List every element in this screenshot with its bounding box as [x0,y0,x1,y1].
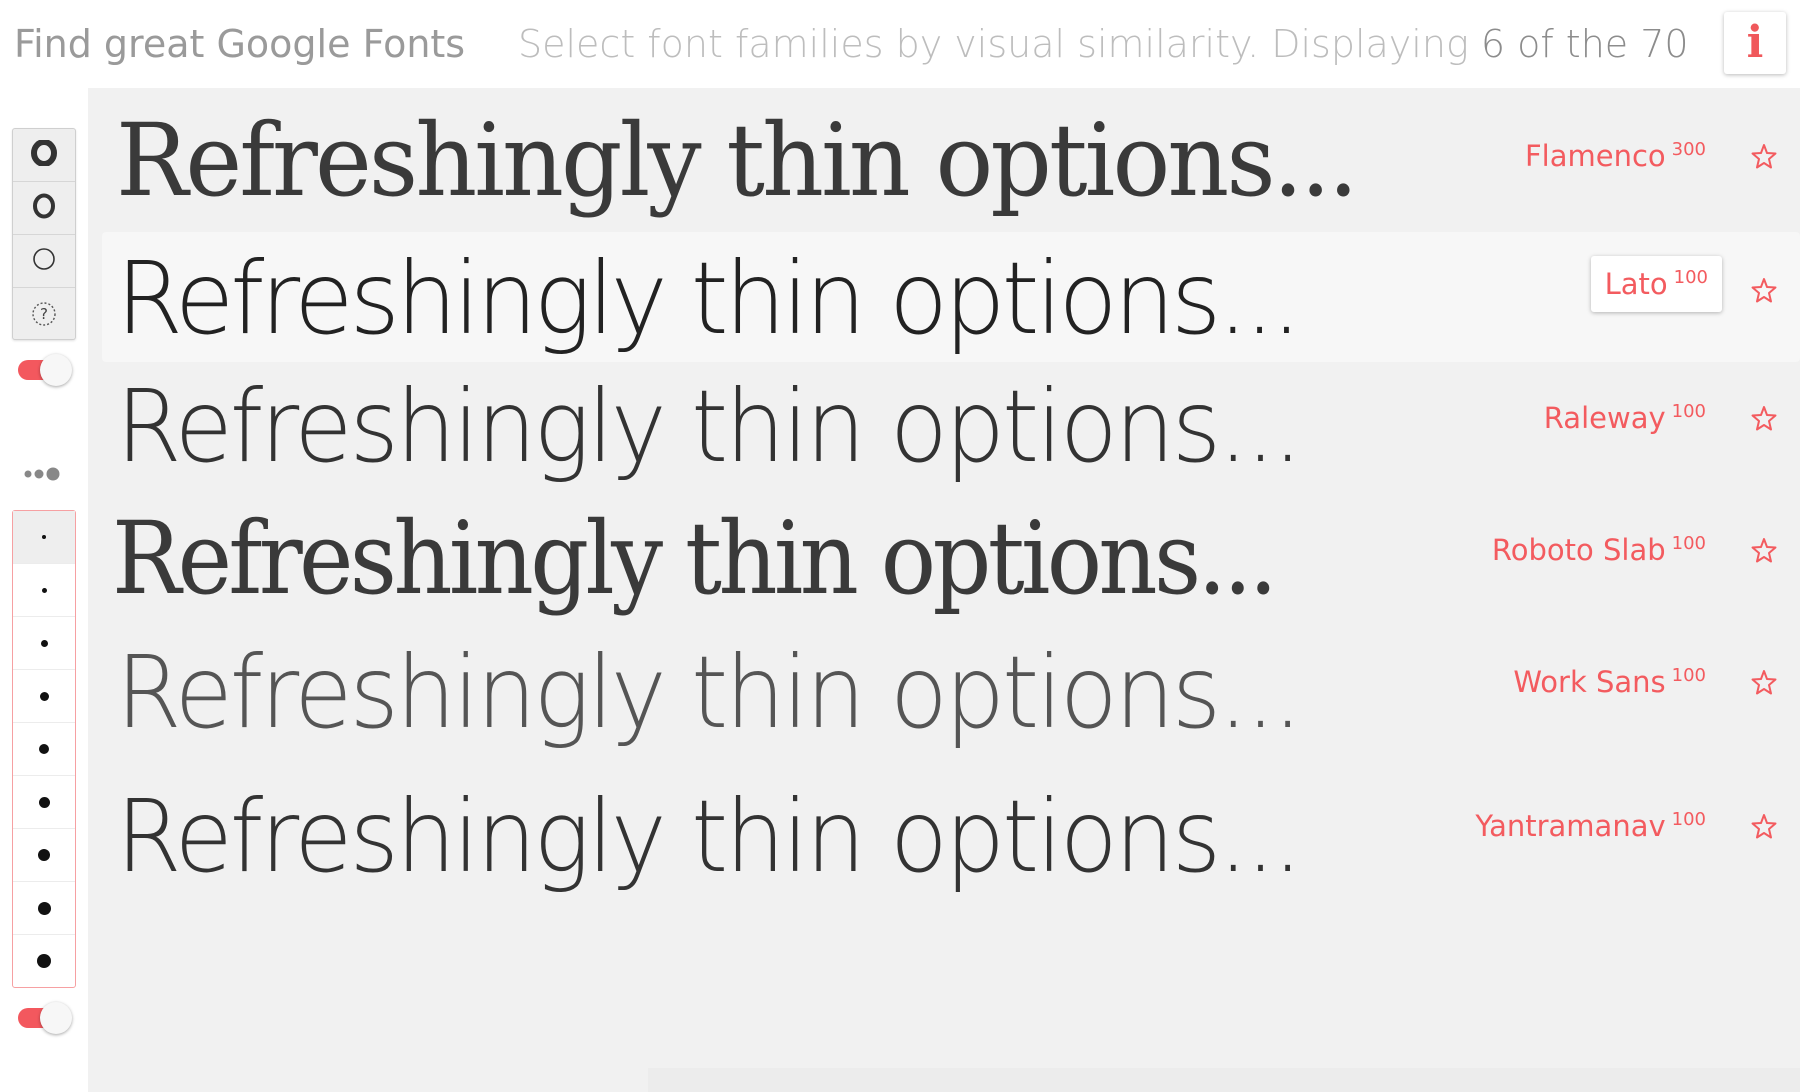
size-toggle-switch[interactable] [18,1002,72,1034]
font-sample-text: Refreshingly thin options... [116,778,1303,895]
font-sample-text: Refreshingly thin options... [116,368,1303,485]
font-family-name: Flamenco [1524,139,1666,173]
font-list: Refreshingly thin options... Flamenco 300… [88,88,1800,1092]
font-row-flamenco[interactable]: Refreshingly thin options... Flamenco 300 [102,98,1800,228]
dot-icon [37,901,51,915]
weight-thin-button[interactable] [13,235,75,288]
dot-icon [38,796,50,808]
font-weight-value: 100 [1671,533,1706,554]
font-family-label[interactable]: Raleway 100 [1534,400,1716,436]
size-button-3[interactable] [13,617,75,670]
size-button-5[interactable] [13,723,75,776]
weight-toggle-switch[interactable] [18,354,72,386]
size-button-4[interactable] [13,670,75,723]
size-filter-group [12,510,76,988]
font-weight-value: 100 [1671,665,1706,686]
size-button-6[interactable] [13,776,75,829]
size-button-1[interactable] [13,511,75,564]
font-row-work-sans[interactable]: Refreshingly thin options... Work Sans 10… [102,634,1800,764]
subtitle: Select font families by visual similarit… [518,18,1689,70]
font-row-roboto-slab[interactable]: Refreshingly thin options... Roboto Slab… [102,500,1800,630]
dot-icon [37,954,51,968]
subtitle-text: Select font families by visual similarit… [518,22,1469,66]
dot-size-icon [22,464,70,484]
favorite-star-icon[interactable] [1750,142,1778,170]
results-count: 6 of the 70 [1480,22,1689,66]
font-family-label[interactable]: Flamenco 300 [1515,138,1716,174]
weight-regular-button[interactable] [13,182,75,235]
font-weight-value: 100 [1671,809,1706,830]
weight-any-icon: ? [31,301,57,327]
font-family-name: Lato [1604,267,1668,301]
font-family-name: Work Sans [1513,665,1666,699]
weight-filter-group: ? [12,128,76,340]
favorite-star-icon[interactable] [1750,668,1778,696]
size-button-8[interactable] [13,882,75,935]
dot-icon [39,744,49,754]
font-family-name: Roboto Slab [1491,533,1666,567]
toggle-knob [40,1002,72,1034]
weight-thin-icon [31,246,57,276]
font-weight-value: 300 [1671,139,1706,160]
dot-icon [42,535,46,539]
font-family-label[interactable]: Roboto Slab 100 [1482,532,1716,568]
font-row-lato[interactable]: Refreshingly thin options... Lato 100 [102,232,1800,362]
weight-any-label: ? [40,305,48,323]
filter-sidebar: ? [0,88,88,1092]
font-family-name: Yantramanav [1475,809,1666,843]
favorite-star-icon[interactable] [1750,276,1778,304]
font-weight-value: 100 [1673,267,1708,288]
font-sample-text: Refreshingly thin options... [116,634,1303,751]
font-sample-text: Refreshingly thin options... [116,240,1302,357]
font-sample-text: Refreshingly thin options... [116,102,1359,219]
dot-icon [41,587,47,593]
size-button-2[interactable] [13,564,75,617]
font-family-label[interactable]: Lato 100 [1590,256,1722,312]
font-family-name: Raleway [1543,401,1666,435]
dot-icon [38,849,50,861]
font-sample-text: Refreshingly thin options... [112,500,1278,617]
favorite-star-icon[interactable] [1750,404,1778,432]
font-row-yantramanav[interactable]: Refreshingly thin options... Yantramanav… [102,778,1800,908]
info-button[interactable]: i [1724,12,1786,74]
weight-bold-icon [31,139,57,170]
header: Find great Google Fonts Select font fami… [0,0,1800,88]
font-row-raleway[interactable]: Refreshingly thin options... Raleway 100 [102,368,1800,498]
size-button-7[interactable] [13,829,75,882]
font-family-label[interactable]: Work Sans 100 [1503,664,1716,700]
weight-any-button[interactable]: ? [13,288,75,340]
dot-icon [40,639,48,647]
size-button-9[interactable] [13,935,75,987]
toggle-knob [40,354,72,386]
dot-icon [39,691,49,701]
favorite-star-icon[interactable] [1750,812,1778,840]
app-title: Find great Google Fonts [14,22,466,66]
font-weight-value: 100 [1671,401,1706,422]
weight-regular-icon [31,193,57,223]
font-family-label[interactable]: Yantramanav 100 [1465,808,1716,844]
weight-bold-button[interactable] [13,129,75,182]
favorite-star-icon[interactable] [1750,536,1778,564]
horizontal-scroll-region[interactable] [648,1068,1800,1092]
